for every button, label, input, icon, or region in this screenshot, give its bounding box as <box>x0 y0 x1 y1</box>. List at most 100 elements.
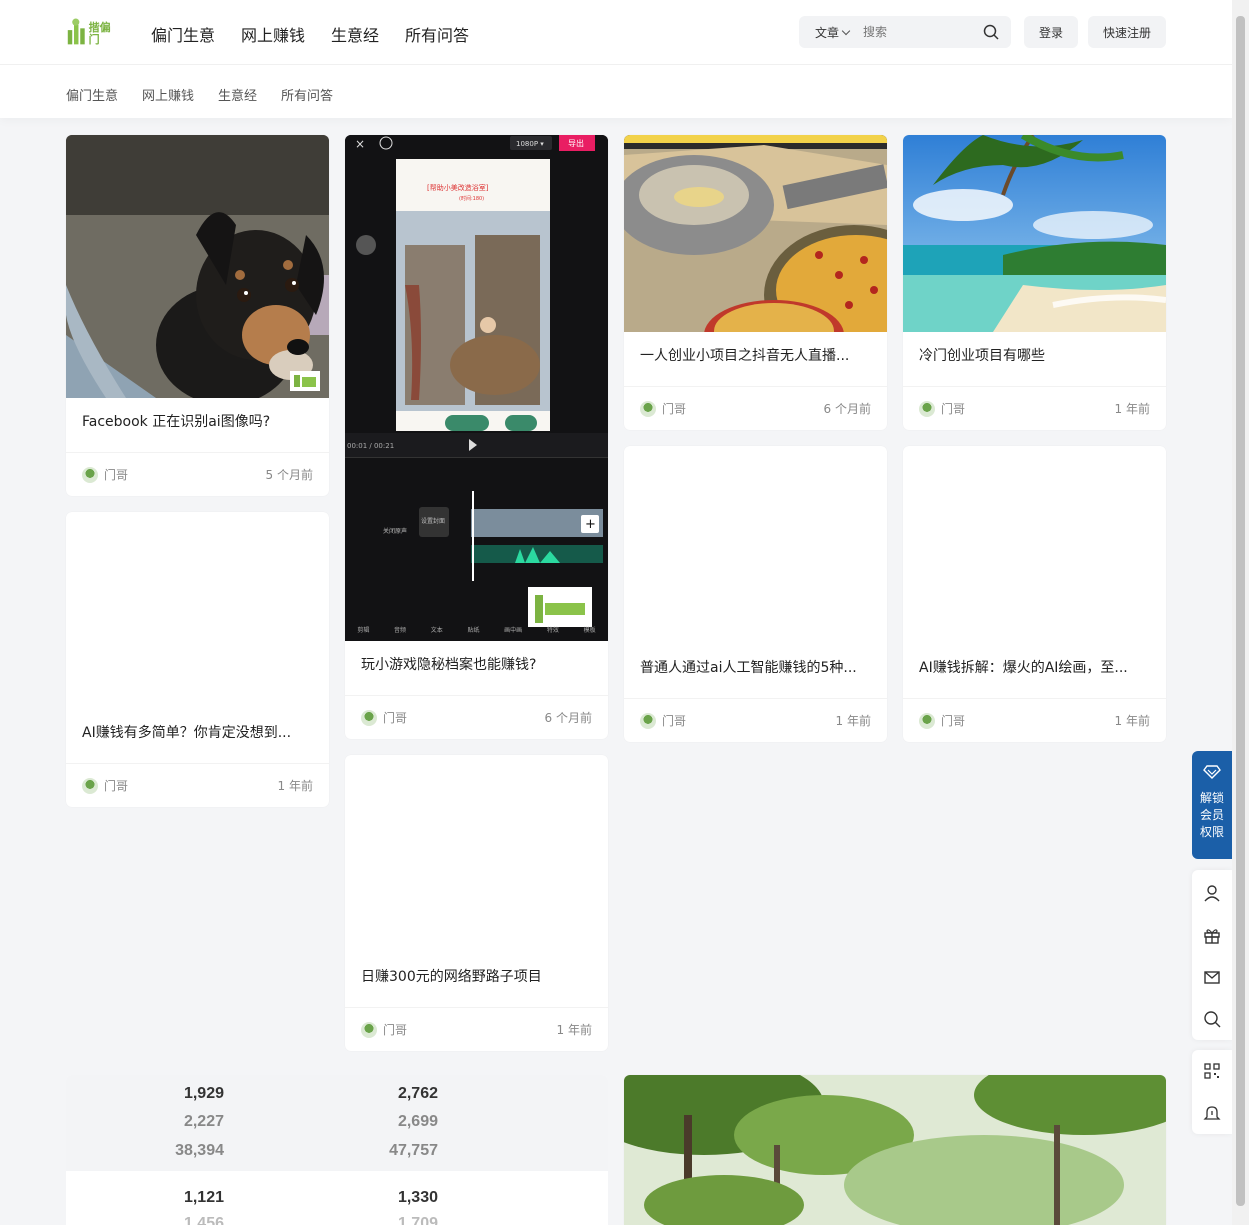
table-cell: 1,121 <box>183 1189 224 1206</box>
tool-text: 文本 <box>430 627 443 634</box>
nav-item-qa[interactable]: 所有问答 <box>405 22 469 46</box>
qrcode-button[interactable] <box>1192 1050 1232 1092</box>
table-cell: 2,227 <box>183 1113 224 1130</box>
table-cell: 1,709 <box>397 1215 438 1225</box>
search-input[interactable] <box>863 25 964 39</box>
post-time: 5 个月前 <box>265 468 313 482</box>
export-label: 导出 <box>568 138 584 148</box>
avatar[interactable] <box>640 712 656 729</box>
avatar[interactable] <box>919 400 935 417</box>
avatar[interactable] <box>640 400 656 417</box>
post-title[interactable]: 冷门创业项目有哪些 <box>919 345 1150 365</box>
post-title[interactable]: 普通人通过ai人工智能赚钱的5种... <box>640 657 871 677</box>
cover-label: 设置封面 <box>421 517 445 525</box>
subnav-item-qa[interactable]: 所有问答 <box>281 85 333 104</box>
side-toolbar <box>1192 870 1232 1040</box>
author-name[interactable]: 门哥 <box>941 400 965 417</box>
post-thumbnail <box>624 135 887 332</box>
post-card[interactable]: AI赚钱有多简单？你肯定没想到... 门哥 1 年前 <box>66 512 329 807</box>
post-time: 1 年前 <box>1114 402 1150 416</box>
message-button[interactable] <box>1192 956 1232 998</box>
subnav-item-online-money[interactable]: 网上赚钱 <box>142 85 194 104</box>
post-meta: 门哥 1 年前 <box>345 1007 608 1051</box>
post-title[interactable]: 日赚300元的网络野路子项目 <box>361 966 592 986</box>
gift-icon <box>1204 929 1220 944</box>
post-time: 6 个月前 <box>544 711 592 725</box>
author-name[interactable]: 门哥 <box>104 777 128 794</box>
subnav-item-pianmen[interactable]: 偏门生意 <box>66 85 118 104</box>
resolution-label: 1080P ▾ <box>516 140 544 148</box>
author-name[interactable]: 门哥 <box>104 466 128 483</box>
post-card[interactable]: 一人创业小项目之抖音无人直播... 门哥 6 个月前 <box>624 135 887 430</box>
vip-unlock-button[interactable]: 解锁 会员 权限 <box>1192 751 1232 859</box>
author-name[interactable]: 门哥 <box>941 712 965 729</box>
login-button[interactable]: 登录 <box>1024 16 1078 48</box>
post-thumbnail <box>903 135 1166 332</box>
author-name[interactable]: 门哥 <box>662 400 686 417</box>
vip-label-3: 权限 <box>1199 825 1224 839</box>
post-time: 1 年前 <box>277 779 313 793</box>
post-card[interactable]: 日赚300元的网络野路子项目 门哥 1 年前 <box>345 755 608 1051</box>
author-name[interactable]: 门哥 <box>662 712 686 729</box>
post-title[interactable]: Facebook 正在识别ai图像吗? <box>82 411 313 431</box>
search-type-label: 文章 <box>815 25 840 40</box>
post-time: 1 年前 <box>1114 714 1150 728</box>
subnav-item-business[interactable]: 生意经 <box>218 85 257 104</box>
scrollbar-thumb[interactable] <box>1236 16 1245 1206</box>
avatar[interactable] <box>82 777 98 794</box>
game-title: [帮助小美改造浴室] <box>427 183 489 192</box>
gift-button[interactable] <box>1192 914 1232 956</box>
avatar[interactable] <box>919 712 935 729</box>
nav-item-pianmen[interactable]: 偏门生意 <box>151 22 215 46</box>
tool-sticker: 贴纸 <box>467 627 480 634</box>
table-cell: 1,330 <box>397 1189 438 1206</box>
site-logo[interactable]: 揩偏门 <box>66 16 118 46</box>
vip-label-2: 会员 <box>1199 808 1224 822</box>
post-title[interactable]: AI赚钱拆解：爆火的AI绘画，至... <box>919 657 1150 677</box>
post-title[interactable]: 一人创业小项目之抖音无人直播... <box>640 345 871 365</box>
post-thumbnail: × 1080P ▾ 导出 [帮助小美改造浴室] (时间:180) 00:01 /… <box>345 135 608 641</box>
post-card[interactable] <box>624 1075 1166 1225</box>
post-title[interactable]: AI赚钱有多简单？你肯定没想到... <box>82 722 313 742</box>
post-meta: 门哥 6 个月前 <box>345 695 608 739</box>
post-card[interactable]: 普通人通过ai人工智能赚钱的5种... 门哥 1 年前 <box>624 446 887 742</box>
user-icon <box>1204 885 1220 902</box>
notification-button[interactable] <box>1192 1092 1232 1134</box>
main-nav: 偏门生意 网上赚钱 生意经 所有问答 <box>151 22 469 46</box>
timecode: 00:01 / 00:21 <box>347 442 394 450</box>
table-screenshot[interactable]: 1,929 2,762 2,227 2,699 38,394 47,757 1,… <box>66 1075 608 1225</box>
avatar[interactable] <box>361 1021 377 1038</box>
author-name[interactable]: 门哥 <box>383 1021 407 1038</box>
post-title[interactable]: 玩小游戏隐秘档案也能赚钱? <box>361 654 592 674</box>
food-photo <box>624 135 887 332</box>
post-meta: 门哥 1 年前 <box>66 763 329 807</box>
tool-cut: 剪辑 <box>357 627 370 634</box>
post-card[interactable]: AI赚钱拆解：爆火的AI绘画，至... 门哥 1 年前 <box>903 446 1166 742</box>
side-search-button[interactable] <box>1192 998 1232 1040</box>
mute-label: 关闭原声 <box>383 527 407 535</box>
avatar[interactable] <box>361 709 377 726</box>
search-icon[interactable] <box>983 24 999 40</box>
post-meta: 门哥 1 年前 <box>624 698 887 742</box>
avatar[interactable] <box>82 466 98 483</box>
author-name[interactable]: 门哥 <box>383 709 407 726</box>
post-time: 1 年前 <box>835 714 871 728</box>
table-cell: 47,757 <box>389 1142 438 1159</box>
site-header: 揩偏门 偏门生意 网上赚钱 生意经 所有问答 文章 登录 快速注册 偏门生意 网… <box>0 0 1232 118</box>
video-toolbar: 剪辑 音频 文本 贴纸 画中画 特效 模板 <box>345 625 608 634</box>
register-button[interactable]: 快速注册 <box>1088 16 1166 48</box>
search-type-select[interactable]: 文章 <box>815 24 851 41</box>
search-box: 文章 <box>799 16 1011 48</box>
user-button[interactable] <box>1192 872 1232 914</box>
table-cell: 1,456 <box>183 1215 224 1225</box>
post-card[interactable]: Facebook 正在识别ai图像吗? 门哥 5 个月前 <box>66 135 329 496</box>
forest-painting <box>624 1075 1166 1225</box>
post-meta: 门哥 6 个月前 <box>624 386 887 430</box>
post-card[interactable]: × 1080P ▾ 导出 [帮助小美改造浴室] (时间:180) 00:01 /… <box>345 135 608 739</box>
page-scrollbar[interactable] <box>1232 0 1249 1225</box>
logo-text: 揩偏门 <box>88 21 111 46</box>
nav-item-online-money[interactable]: 网上赚钱 <box>241 22 305 46</box>
nav-item-business[interactable]: 生意经 <box>331 22 379 46</box>
dog-photo <box>66 135 329 398</box>
post-card[interactable]: 冷门创业项目有哪些 门哥 1 年前 <box>903 135 1166 430</box>
